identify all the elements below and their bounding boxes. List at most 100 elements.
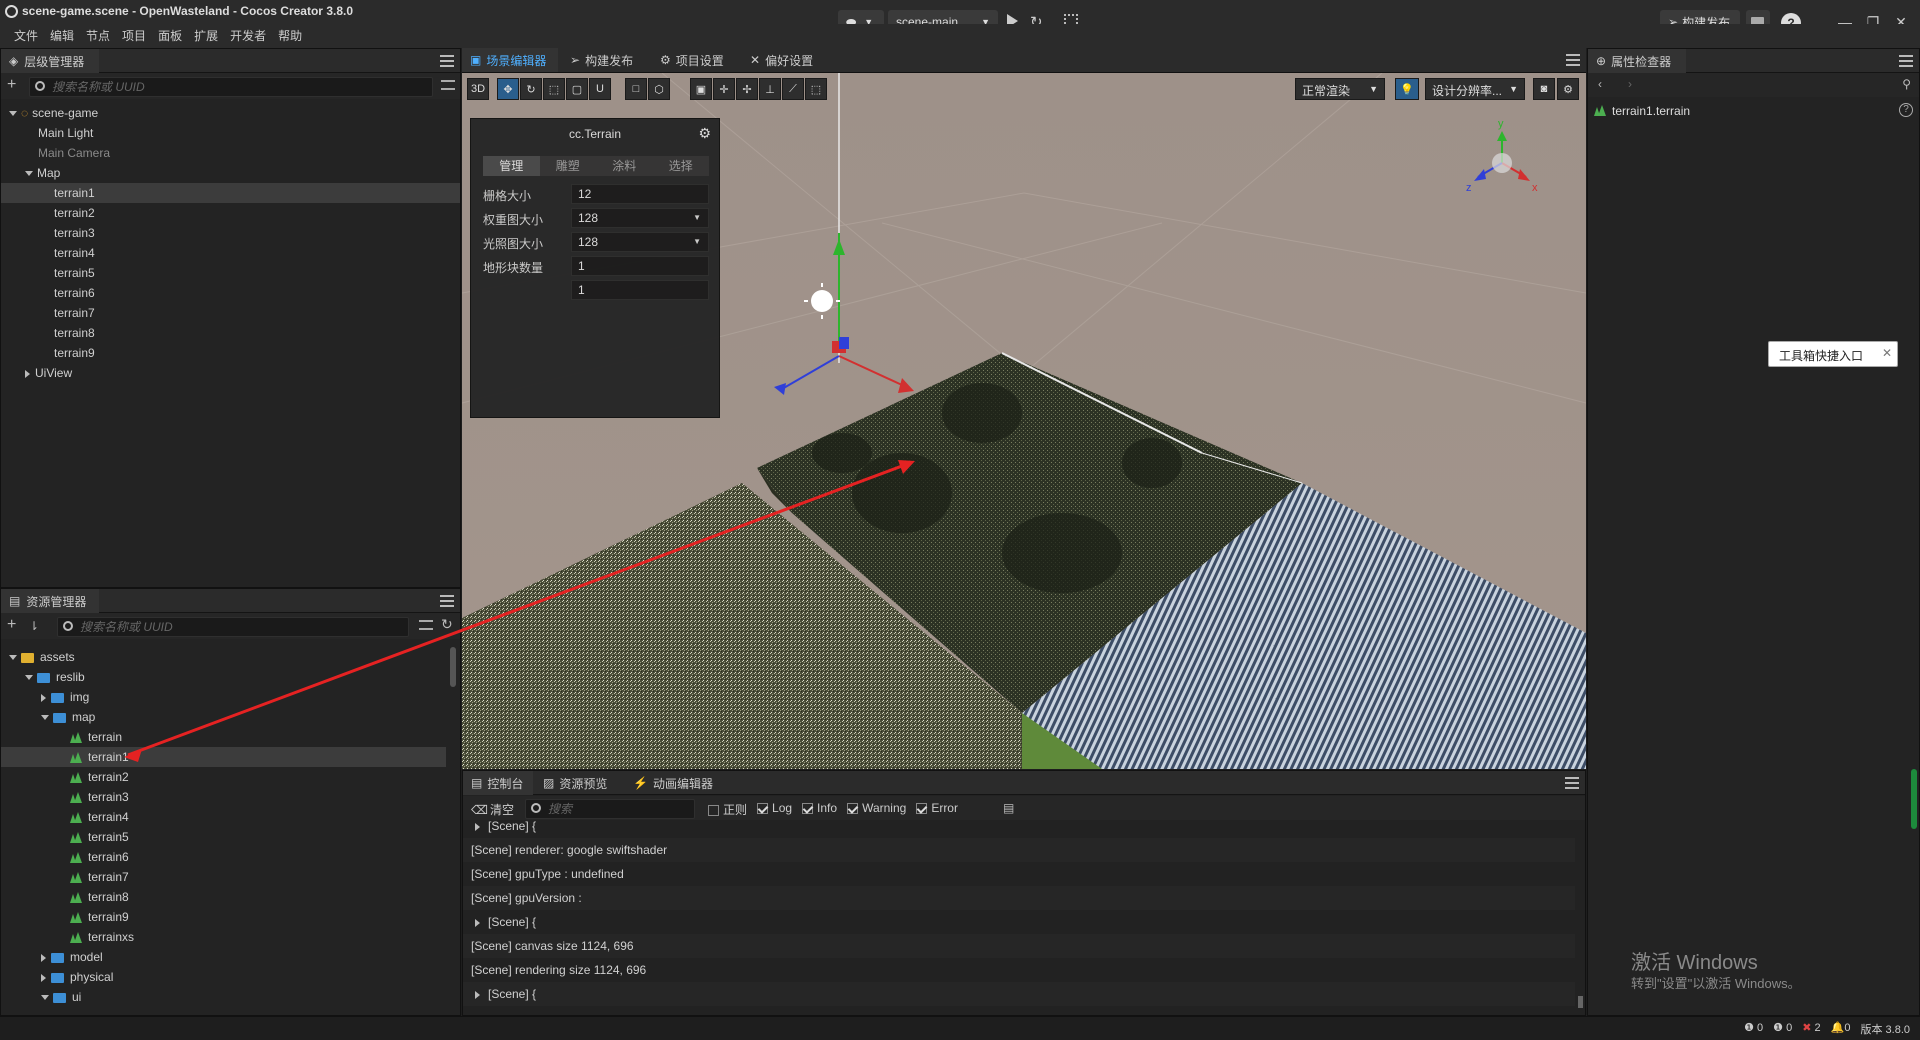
filter-正则[interactable]: 正则 [708, 801, 747, 818]
clear-button[interactable]: ⌫ 清空 [471, 801, 514, 818]
asset-item[interactable]: terrain9 [1, 907, 446, 927]
asset-item[interactable]: terrain3 [1, 787, 446, 807]
resolution-select[interactable]: 设计分辨率... ▼ [1425, 78, 1525, 100]
local-space-icon[interactable]: □ [625, 78, 647, 100]
tab-inspector[interactable]: ⊕ 属性检查器 [1588, 49, 1686, 73]
collapse-icon[interactable]: ▤ [1003, 801, 1014, 815]
notification-count[interactable]: 🔔0 [1831, 1021, 1851, 1037]
hierarchy-item[interactable]: terrain6 [1, 283, 460, 303]
error-count[interactable]: ✖ 2 [1802, 1021, 1820, 1037]
menu-panel[interactable]: 面板 [152, 24, 188, 48]
asset-item[interactable]: terrain4 [1, 807, 446, 827]
sort-icon[interactable] [419, 620, 433, 630]
log-count[interactable]: ❶ 0 [1744, 1021, 1763, 1037]
console-line[interactable]: [Scene] { [463, 910, 1575, 934]
menu-developer[interactable]: 开发者 [224, 24, 272, 48]
menu-node[interactable]: 节点 [80, 24, 116, 48]
move-tool-icon[interactable]: ✥ [497, 78, 519, 100]
hierarchy-item[interactable]: terrain2 [1, 203, 460, 223]
asset-item[interactable]: reslib [1, 667, 446, 687]
chevron-right-icon[interactable] [475, 822, 480, 831]
assets-scrollbar[interactable] [450, 647, 456, 687]
snap-icon[interactable]: ▣ [690, 78, 712, 100]
filter-error[interactable]: Error [916, 801, 958, 818]
hierarchy-item[interactable]: terrain8 [1, 323, 460, 343]
filter-info[interactable]: Info [802, 801, 837, 818]
tab-project-settings[interactable]: ⚙ 项目设置 [652, 48, 738, 72]
block-count-y-input[interactable]: 1 [571, 280, 709, 300]
gear-icon[interactable]: ⚙ [1557, 78, 1579, 100]
tab-assets[interactable]: ▤ 资源管理器 [1, 589, 99, 613]
asset-item[interactable]: terrain [1, 727, 446, 747]
pivot-icon[interactable]: ⬡ [648, 78, 670, 100]
chevron-right-icon[interactable] [41, 953, 46, 962]
asset-item[interactable]: terrain8 [1, 887, 446, 907]
hierarchy-item[interactable]: UiView [1, 363, 460, 383]
scale-tool-icon[interactable]: ⬚ [543, 78, 565, 100]
rect-tool-icon[interactable]: ▢ [566, 78, 588, 100]
align-bottom-icon[interactable]: ⊥ [759, 78, 781, 100]
tab-animation-editor[interactable]: ⚡ 动画编辑器 [625, 771, 721, 795]
chevron-down-icon[interactable] [25, 675, 33, 681]
chevron-right-icon[interactable] [25, 369, 30, 378]
chevron-down-icon[interactable] [41, 715, 49, 721]
camera-icon[interactable]: ◙ [1533, 78, 1555, 100]
sort-type-icon[interactable]: ⇂ [29, 619, 39, 633]
hierarchy-item[interactable]: Map [1, 163, 460, 183]
hierarchy-search-input[interactable]: 搜索名称或 UUID [29, 77, 433, 97]
asset-item[interactable]: img [1, 687, 446, 707]
align-middle-icon[interactable]: ✢ [736, 78, 758, 100]
pin-icon[interactable]: ⚲ [1902, 77, 1911, 91]
hierarchy-item[interactable]: Main Camera [1, 143, 460, 163]
asset-item[interactable]: terrain6 [1, 847, 446, 867]
chevron-right-icon[interactable] [41, 693, 46, 702]
terrain-tab-paint[interactable]: 涂料 [596, 156, 653, 176]
back-icon[interactable]: ‹ [1598, 77, 1602, 91]
chevron-right-icon[interactable] [475, 918, 480, 927]
asset-item[interactable]: terrainxs [1, 927, 446, 947]
asset-item[interactable]: map [1, 707, 446, 727]
menu-extension[interactable]: 扩展 [188, 24, 224, 48]
forward-icon[interactable]: › [1628, 77, 1632, 91]
menu-project[interactable]: 项目 [116, 24, 152, 48]
filter-log[interactable]: Log [757, 801, 792, 818]
terrain-tab-select[interactable]: 选择 [653, 156, 710, 176]
hierarchy-item[interactable]: terrain9 [1, 343, 460, 363]
console-search-input[interactable]: 搜索 [525, 799, 695, 819]
asset-item[interactable]: terrain1 [1, 747, 446, 767]
hierarchy-item[interactable]: terrain4 [1, 243, 460, 263]
menu-help[interactable]: 帮助 [272, 24, 308, 48]
grid-size-input[interactable]: 12 [571, 184, 709, 204]
asset-item[interactable]: physical [1, 967, 446, 987]
mode-3d-button[interactable]: 3D [467, 78, 489, 100]
asset-item[interactable]: assets [1, 647, 446, 667]
asset-item[interactable]: ui [1, 987, 446, 1007]
lightbulb-icon[interactable]: 💡 [1395, 78, 1419, 100]
magnet-tool-icon[interactable]: U [589, 78, 611, 100]
console-scrollbar[interactable] [1578, 996, 1583, 1008]
console-line[interactable]: [Scene] { [463, 820, 1575, 838]
hierarchy-item[interactable]: terrain1 [1, 183, 460, 203]
chevron-down-icon[interactable] [25, 171, 33, 177]
render-mode-select[interactable]: 正常渲染 ▼ [1295, 78, 1385, 100]
asset-item[interactable]: terrain5 [1, 827, 446, 847]
panel-menu-icon[interactable] [1899, 55, 1913, 67]
hierarchy-item[interactable]: ◌ scene-game [1, 103, 460, 123]
asset-item[interactable]: terrain2 [1, 767, 446, 787]
add-node-icon[interactable]: + [7, 76, 16, 94]
asset-item[interactable]: model [1, 947, 446, 967]
sort-icon[interactable] [441, 80, 455, 90]
chevron-down-icon[interactable] [9, 111, 17, 117]
refresh-icon[interactable]: ↻ [441, 616, 453, 633]
tab-console[interactable]: ▤ 控制台 [463, 771, 533, 795]
tab-build[interactable]: ➢ 构建发布 [562, 48, 648, 72]
brush-icon[interactable]: ⟋ [782, 78, 804, 100]
block-count-x-input[interactable]: 1 [571, 256, 709, 276]
toolbox-shortcut-popup[interactable]: 工具箱快捷入口 ✕ [1768, 341, 1898, 367]
align-center-icon[interactable]: ✛ [713, 78, 735, 100]
rotate-tool-icon[interactable]: ↻ [520, 78, 542, 100]
panel-menu-icon[interactable] [1566, 54, 1580, 66]
chevron-down-icon[interactable] [9, 655, 17, 661]
hierarchy-item[interactable]: terrain5 [1, 263, 460, 283]
panel-menu-icon[interactable] [440, 55, 454, 67]
